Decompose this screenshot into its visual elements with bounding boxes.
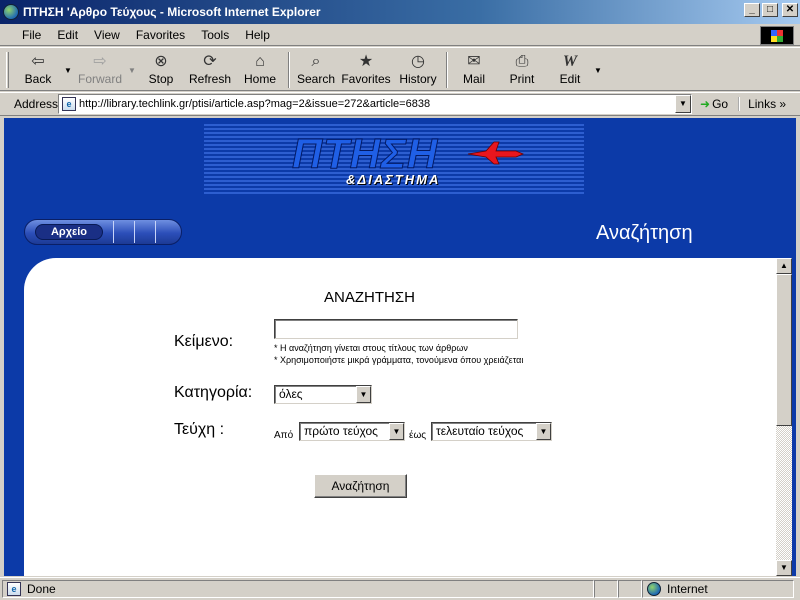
toolbar-grip[interactable] <box>6 52 9 88</box>
hint-lowercase: * Χρησιμοποιήστε μικρά γράμματα, τονούμε… <box>274 355 524 365</box>
windows-logo-icon <box>760 26 794 45</box>
section-title: Αναζήτηση <box>596 222 693 244</box>
menu-edit[interactable]: Edit <box>49 28 86 42</box>
print-button[interactable]: ⎙ Print <box>496 48 548 88</box>
zone-pane: Internet <box>642 579 794 598</box>
page-icon: e <box>62 97 76 111</box>
issues-label: Τεύχη : <box>174 421 225 438</box>
menu-tools[interactable]: Tools <box>193 28 237 42</box>
home-icon: ⌂ <box>255 53 265 70</box>
links-button[interactable]: Links » <box>738 97 786 111</box>
menu-bar: File Edit View Favorites Tools Help <box>0 24 800 46</box>
to-issue-select[interactable]: τελευταίο τεύχος ▼ <box>431 422 552 441</box>
minimize-button[interactable]: _ <box>744 3 760 17</box>
logo-diastima: &ΔΙΑΣΤΗΜΑ <box>346 172 441 187</box>
nav-divider <box>113 221 114 243</box>
menu-help[interactable]: Help <box>237 28 278 42</box>
archive-button[interactable]: Αρχείο <box>35 224 103 240</box>
hint-titles: * Η αναζήτηση γίνεται στους τίτλους των … <box>274 343 468 353</box>
search-button[interactable]: ⌕ Search <box>294 48 338 88</box>
address-label: Address <box>14 97 59 111</box>
menu-favorites[interactable]: Favorites <box>128 28 193 42</box>
status-bar: e Done Internet <box>0 577 800 599</box>
address-url[interactable]: http://library.techlink.gr/ptisi/article… <box>79 98 430 110</box>
jet-icon <box>467 141 524 165</box>
to-label: έως <box>409 430 427 441</box>
stop-button[interactable]: ⊗ Stop <box>138 48 184 88</box>
menu-file[interactable]: File <box>14 28 49 42</box>
mail-icon: ✉ <box>467 53 481 70</box>
status-text-pane: e Done <box>2 579 594 598</box>
refresh-button[interactable]: ⟳ Refresh <box>184 48 236 88</box>
favorites-button[interactable]: ★ Favorites <box>338 48 394 88</box>
from-issue-select[interactable]: πρώτο τεύχος ▼ <box>299 422 405 441</box>
text-label: Κείμενο: <box>174 333 234 350</box>
history-button[interactable]: ◷ History <box>394 48 442 88</box>
home-button[interactable]: ⌂ Home <box>236 48 284 88</box>
window-controls: _ □ ✕ <box>744 3 798 17</box>
page-content: ΠΤΗΣΗ &ΔΙΑΣΤΗΜΑ Αρχείο Αναζήτηση ΑΝΑΖΗΤΗ… <box>4 118 796 576</box>
toolbar-separator <box>288 52 290 88</box>
word-edit-icon: W <box>562 53 578 70</box>
vertical-scrollbar[interactable]: ▲ ▼ <box>776 258 792 576</box>
forward-arrow-icon: ⇨ <box>93 53 107 70</box>
go-arrow-icon: ➜ <box>700 97 711 111</box>
printer-icon: ⎙ <box>515 53 529 70</box>
chevron-down-icon[interactable]: ▼ <box>356 386 371 403</box>
logo-ptisi: ΠΤΗΣΗ <box>291 130 439 177</box>
chevron-down-icon[interactable]: ▼ <box>389 423 404 440</box>
page-done-icon: e <box>7 581 21 596</box>
from-label: Από <box>274 430 294 441</box>
edit-button[interactable]: W Edit <box>548 48 592 88</box>
history-icon: ◷ <box>411 53 425 70</box>
toolbar-separator <box>446 52 448 88</box>
category-label: Κατηγορία: <box>174 384 253 401</box>
forward-dropdown[interactable]: ▼ <box>126 66 138 75</box>
title-bar: ΠΤΗΣΗ 'Αρθρο Τεύχους - Microsoft Interne… <box>0 0 800 24</box>
scroll-thumb[interactable] <box>776 274 792 426</box>
forward-button[interactable]: ⇨ Forward <box>74 48 126 88</box>
ie-icon <box>3 4 19 20</box>
scroll-down-button[interactable]: ▼ <box>776 560 792 576</box>
search-panel: ΑΝΑΖΗΤΗΣΗ Κείμενο: * Η αναζήτηση γίνεται… <box>24 258 778 576</box>
back-button[interactable]: ⇦ Back <box>14 48 62 88</box>
site-banner: ΠΤΗΣΗ &ΔΙΑΣΤΗΜΑ <box>204 122 584 196</box>
back-dropdown[interactable]: ▼ <box>62 66 74 75</box>
stop-icon: ⊗ <box>154 53 168 70</box>
window-title: ΠΤΗΣΗ 'Αρθρο Τεύχους - Microsoft Interne… <box>23 5 321 19</box>
favorites-folder-icon: ★ <box>358 53 374 70</box>
form-heading: ΑΝΑΖΗΤΗΣΗ <box>324 289 415 306</box>
archive-nav: Αρχείο <box>24 219 182 245</box>
text-search-input[interactable] <box>274 319 518 339</box>
scroll-up-button[interactable]: ▲ <box>776 258 792 274</box>
category-select[interactable]: όλες ▼ <box>274 385 372 404</box>
refresh-icon: ⟳ <box>203 53 217 70</box>
edit-dropdown[interactable]: ▼ <box>592 66 604 75</box>
address-bar: Address e http://library.techlink.gr/pti… <box>0 92 800 116</box>
go-button[interactable]: ➜ Go <box>700 97 728 111</box>
chevron-down-icon[interactable]: ▼ <box>536 423 551 440</box>
search-icon: ⌕ <box>311 53 321 70</box>
close-button[interactable]: ✕ <box>782 3 798 17</box>
address-dropdown[interactable]: ▼ <box>675 95 691 113</box>
maximize-button[interactable]: □ <box>762 3 778 17</box>
standard-toolbar: ⇦ Back ▼ ⇨ Forward ▼ ⊗ Stop ⟳ Refresh ⌂ … <box>0 47 800 91</box>
submit-search-button[interactable]: Αναζήτηση <box>314 474 407 498</box>
address-input[interactable]: e http://library.techlink.gr/ptisi/artic… <box>58 94 692 114</box>
status-pane-blank <box>618 579 642 598</box>
internet-globe-icon <box>647 581 661 596</box>
menu-view[interactable]: View <box>86 28 128 42</box>
nav-divider <box>155 221 156 243</box>
nav-divider <box>134 221 135 243</box>
status-pane-blank <box>594 579 618 598</box>
back-arrow-icon: ⇦ <box>31 53 45 70</box>
mail-button[interactable]: ✉ Mail <box>452 48 496 88</box>
